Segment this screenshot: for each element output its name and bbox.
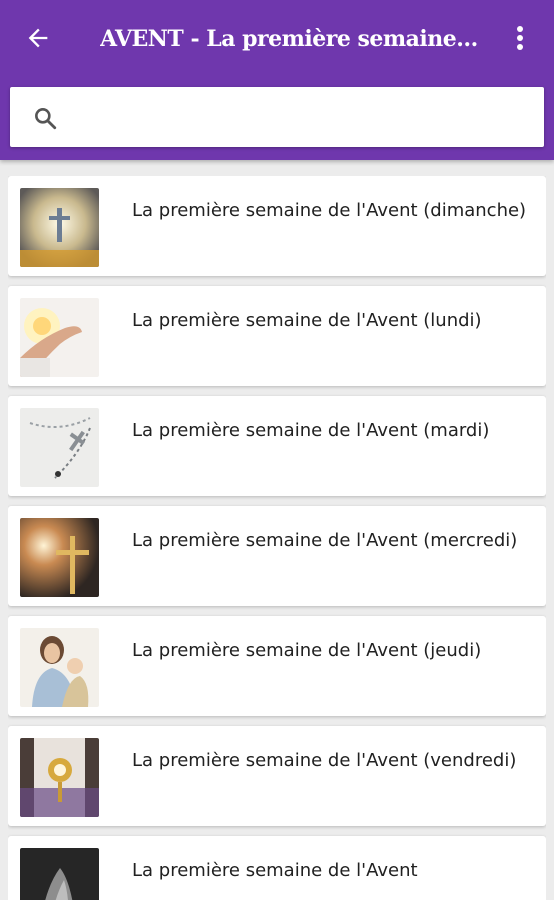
- monstrance-image: [20, 738, 99, 817]
- rosary-image: [20, 408, 99, 487]
- praying-hands-image: [20, 848, 99, 900]
- list-item-label: La première semaine de l'Avent: [132, 860, 418, 881]
- list-item-label: La première semaine de l'Avent (jeudi): [132, 640, 482, 661]
- overflow-menu-button[interactable]: [504, 18, 536, 58]
- more-vertical-icon: [517, 26, 523, 50]
- cross-in-light-image: [20, 188, 99, 267]
- golden-cross-image: [20, 518, 99, 597]
- list-item[interactable]: La première semaine de l'Avent (mercredi…: [8, 506, 546, 606]
- list-item-label: La première semaine de l'Avent (dimanche…: [132, 200, 527, 221]
- list-item-label: La première semaine de l'Avent (vendredi…: [132, 750, 517, 771]
- arrow-left-icon: [28, 28, 48, 48]
- list-item-label: La première semaine de l'Avent (mercredi…: [132, 530, 518, 551]
- list-item[interactable]: La première semaine de l'Avent (jeudi): [8, 616, 546, 716]
- saint-with-child-image: [20, 628, 99, 707]
- list-item-label: La première semaine de l'Avent (mardi): [132, 420, 490, 441]
- page-title: AVENT - La première semaine de l'Avent: [100, 26, 480, 52]
- entry-list: La première semaine de l'Avent (dimanche…: [8, 176, 546, 900]
- search-icon: [35, 108, 57, 130]
- search-input[interactable]: [76, 97, 530, 139]
- app-bar: AVENT - La première semaine de l'Avent: [0, 0, 554, 160]
- search-bar[interactable]: [10, 87, 544, 147]
- hand-with-light-image: [20, 298, 99, 377]
- list-item[interactable]: La première semaine de l'Avent (vendredi…: [8, 726, 546, 826]
- list-item[interactable]: La première semaine de l'Avent (mardi): [8, 396, 546, 496]
- list-item[interactable]: La première semaine de l'Avent: [8, 836, 546, 900]
- back-button[interactable]: [18, 18, 58, 58]
- list-item-label: La première semaine de l'Avent (lundi): [132, 310, 482, 331]
- list-item[interactable]: La première semaine de l'Avent (lundi): [8, 286, 546, 386]
- list-item[interactable]: La première semaine de l'Avent (dimanche…: [8, 176, 546, 276]
